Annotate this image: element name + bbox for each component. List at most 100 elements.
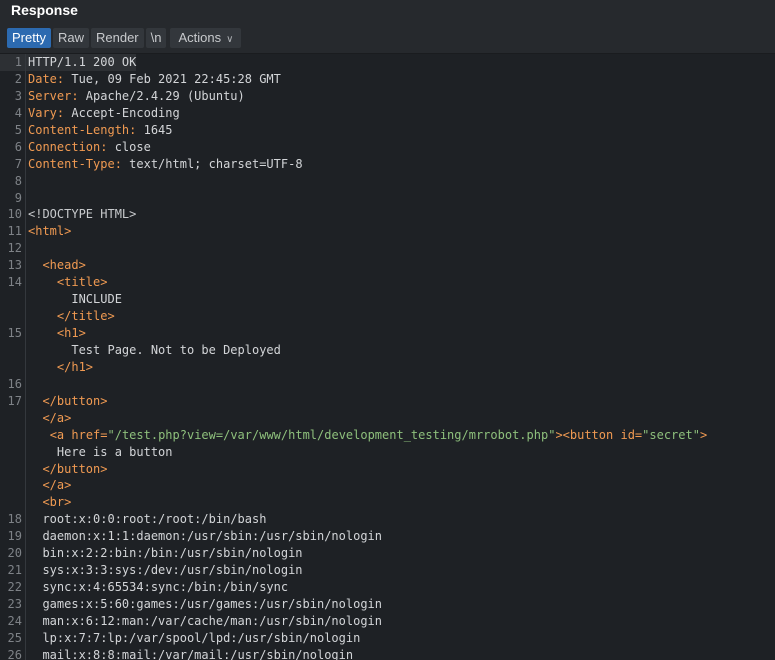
code-token: Accept-Encoding [64,105,180,120]
line-number: 3 [0,87,26,105]
line-number [0,291,26,309]
code-token: href= [71,427,108,442]
code-line: 1 HTTP/1.1 200 OK [0,54,775,71]
line-number: 4 [0,104,26,122]
code-text: INCLUDE [26,291,122,308]
code-text: bin:x:2:2:bin:/bin:/usr/sbin/nologin [26,545,302,562]
code-text: games:x:5:60:games:/usr/games:/usr/sbin/… [26,596,382,613]
line-number: 8 [0,172,26,190]
line-number: 5 [0,121,26,139]
code-text: Here is a button [26,444,173,461]
code-token: Apache/2.4.29 (Ubuntu) [78,88,245,103]
line-number: 25 [0,629,26,647]
code-text: Date: Tue, 09 Feb 2021 22:45:28 GMT [26,71,281,88]
line-number [0,358,26,376]
code-token: 1645 [136,122,173,137]
code-line: 21 sys:x:3:3:sys:/dev:/usr/sbin/nologin [0,562,775,580]
code-token: Test Page. Not to be Deployed [28,342,281,357]
code-token: <head> [42,258,86,273]
code-text: daemon:x:1:1:daemon:/usr/sbin:/usr/sbin/… [26,528,382,545]
code-token: <html> [28,224,72,239]
code-token: man:x:6:12:man:/var/cache/man:/usr/sbin/… [28,613,383,628]
line-number: 17 [0,392,26,410]
code-text: lp:x:7:7:lp:/var/spool/lpd:/usr/sbin/nol… [26,630,360,647]
line-number [0,341,26,359]
code-line: 18 root:x:0:0:root:/root:/bin/bash [0,511,775,529]
code-text: Server: Apache/2.4.29 (Ubuntu) [26,88,245,105]
code-token: INCLUDE [28,292,122,307]
code-token: mail:x:8:8:mail:/var/mail:/usr/sbin/nolo… [28,647,354,660]
code-token: </h1> [56,359,94,374]
actions-dropdown[interactable]: Actions ∨ [170,27,242,48]
code-text: <a href="/test.php?view=/var/www/html/de… [26,427,708,444]
code-line: 25 lp:x:7:7:lp:/var/spool/lpd:/usr/sbin/… [0,629,775,647]
code-line: 4 Vary: Accept-Encoding [0,104,775,122]
line-number [0,494,26,512]
code-line: 20 bin:x:2:2:bin:/bin:/usr/sbin/nologin [0,545,775,563]
code-token: "secret" [642,427,700,442]
code-line: </a> [0,477,775,495]
code-text: </button> [26,393,107,410]
code-line: 11 <html> [0,223,775,241]
response-editor[interactable]: 1 HTTP/1.1 200 OK 2 Date: Tue, 09 Feb 2021 … [0,54,775,660]
line-number: 23 [0,596,26,613]
code-line: 22 sync:x:4:65534:sync:/bin:/bin/sync [0,579,775,596]
code-token: <a [49,427,72,442]
code-text: </a> [26,477,71,494]
code-text: <head> [26,257,86,274]
code-text: <!DOCTYPE HTML> [26,206,136,223]
code-token: games:x:5:60:games:/usr/games:/usr/sbin/… [28,597,383,611]
code-line: <br> [0,494,775,512]
code-line: 3 Server: Apache/2.4.29 (Ubuntu) [0,87,775,105]
code-token: </a> [42,410,72,425]
code-token: <h1> [56,326,86,340]
code-token: Here is a button [28,444,173,459]
line-number: 11 [0,223,26,241]
code-token: > [699,427,708,442]
line-number [0,409,26,427]
code-text: sys:x:3:3:sys:/dev:/usr/sbin/nologin [26,562,302,579]
code-line: 17 </button> [0,392,775,410]
line-number: 20 [0,545,26,563]
code-line: 8 [0,172,775,190]
response-panel: Response Pretty Raw Render \n Actions ∨ 1… [0,0,775,660]
code-line: 2 Date: Tue, 09 Feb 2021 22:45:28 GMT [0,70,775,88]
code-text: <html> [26,223,71,240]
code-line: </title> [0,308,775,325]
code-line: INCLUDE [0,291,775,309]
code-token: <!DOCTYPE HTML> [28,207,137,222]
tab-newline-toggle[interactable]: \n [145,27,167,48]
code-text: </h1> [26,359,93,376]
code-text: man:x:6:12:man:/var/cache/man:/usr/sbin/… [26,613,382,630]
line-number: 26 [0,646,26,660]
code-token: lp:x:7:7:lp:/var/spool/lpd:/usr/sbin/nol… [28,630,361,645]
code-line: 26 mail:x:8:8:mail:/var/mail:/usr/sbin/n… [0,646,775,660]
tab-raw[interactable]: Raw [52,27,89,48]
line-number: 1 [0,54,26,71]
code-text: </title> [26,308,115,325]
code-text: Content-Length: 1645 [26,122,173,139]
code-text: <br> [26,494,71,511]
code-line: Here is a button [0,443,775,461]
code-token: close [107,139,151,154]
tab-pretty[interactable]: Pretty [7,27,51,48]
code-text: root:x:0:0:root:/root:/bin/bash [26,511,266,528]
code-token: Tue, 09 Feb 2021 22:45:28 GMT [64,71,281,86]
tab-render[interactable]: Render [90,27,144,48]
line-number [0,426,26,444]
code-token: text/html; charset=UTF-8 [121,156,303,171]
code-token: id= [620,427,643,442]
code-line: 5 Content-Length: 1645 [0,121,775,139]
line-number: 10 [0,206,26,224]
code-line: 19 daemon:x:1:1:daemon:/usr/sbin:/usr/sb… [0,528,775,546]
code-token: sync:x:4:65534:sync:/bin:/bin/sync [28,580,289,595]
line-number: 9 [0,189,26,207]
code-token: </title> [56,309,115,324]
